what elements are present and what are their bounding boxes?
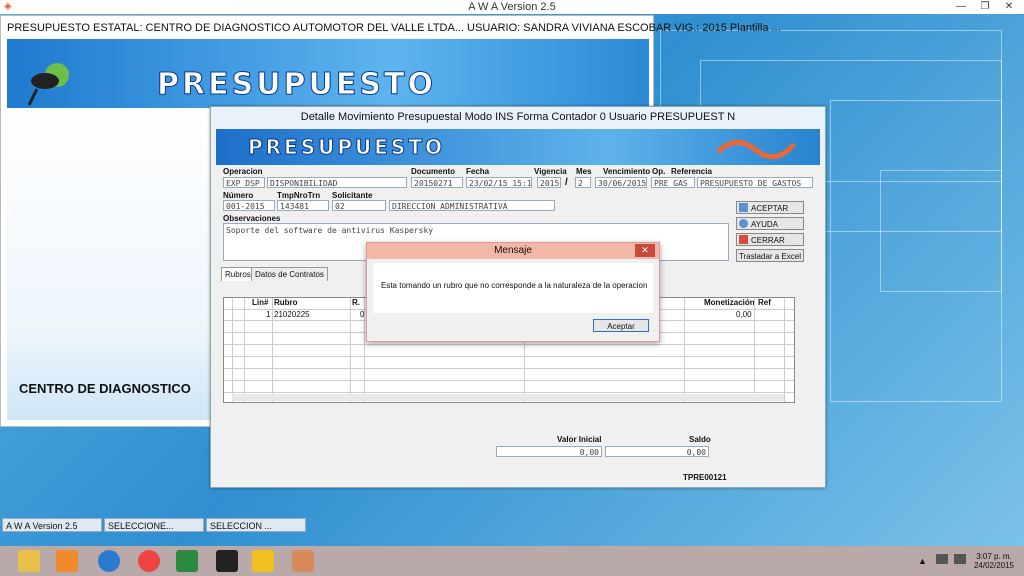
saldo-label: Saldo [689,435,711,444]
fecha-label: Fecha [466,167,490,176]
solicitante-label: Solicitante [332,191,373,200]
banner-swoosh-icon [716,140,796,160]
form-code: TPRE00121 [683,473,727,482]
message-dialog-title: Mensaje [367,243,659,259]
valor-inicial-label: Valor Inicial [557,435,602,444]
vigencia-label: Vigencia [534,167,567,176]
restore-button[interactable]: ❐ [974,0,996,13]
referencia-field[interactable]: PRESUPUESTO DE GASTOS [697,177,813,188]
app-logo-icon [27,63,69,106]
operacion-code-field[interactable]: EXP_DSP [223,177,265,188]
file-explorer-icon[interactable] [18,550,40,572]
ayuda-button[interactable]: AYUDA [736,217,804,230]
message-body: Esta tomando un rubro que no corresponde… [373,263,653,313]
vigencia-separator: / [565,177,568,188]
documento-label: Documento [411,167,455,176]
operacion-name-field[interactable]: DISPONIBILIDAD [267,177,407,188]
grid-cell-lin: 1 [266,310,271,319]
app-titlebar: ◈ A W A Version 2.5 — ❐ ✕ [0,0,1024,14]
excel-button-label: Trasladar a Excel [739,252,801,261]
minimize-button[interactable]: — [950,0,972,13]
message-text: Esta tomando un rubro que no corresponde… [381,281,648,290]
cerrar-button-label: CERRAR [751,236,785,245]
ayuda-button-label: AYUDA [751,220,778,229]
referencia-label: Referencia [671,167,712,176]
documento-field[interactable]: 20150271 [411,177,463,188]
excel-icon[interactable] [176,550,198,572]
chrome-icon[interactable] [138,550,160,572]
clock-date: 24/02/2015 [973,561,1015,570]
app-icon[interactable] [292,550,314,572]
mes-field[interactable]: 2 [575,177,591,188]
vencimiento-field[interactable]: 30/06/2015 [595,177,647,188]
vigencia-field[interactable]: 2015 [537,177,561,188]
cerrar-button[interactable]: CERRAR [736,233,804,246]
grid-horizontal-scrollbar[interactable] [232,394,784,401]
awa-icon[interactable] [252,550,274,572]
op-label: Op. [652,167,666,176]
tmpnrotrn-field[interactable]: 143481 [277,200,329,211]
tray-flag-icon[interactable] [936,554,948,564]
detail-dialog-title: Detalle Movimiento Presupuestal Modo INS… [211,107,825,127]
excel-button[interactable]: Trasladar a Excel [736,249,804,262]
left-panel [7,108,211,420]
help-icon [739,219,748,228]
outlook-icon[interactable] [56,550,78,572]
solicitante-name-field[interactable]: DIRECCION ADMINISTRATIVA [389,200,555,211]
tab-datos-contratos[interactable]: Datos de Contratos [251,267,328,281]
message-close-button[interactable]: ✕ [635,244,655,257]
numero-field[interactable]: 001-2015 [223,200,275,211]
operacion-label: Operacion [223,167,263,176]
tmpnrotrn-label: TmpNroTrn [277,191,321,200]
internet-explorer-icon[interactable] [98,550,120,572]
main-window-caption: PRESUPUESTO ESTATAL: CENTRO DE DIAGNOSTI… [7,22,781,34]
grid-header-monetizacion: Monetización [704,298,755,307]
op-field[interactable]: PRE_GAS [651,177,695,188]
desktop-decoration [880,170,1002,292]
check-icon [739,203,748,212]
app-title: A W A Version 2.5 [468,1,556,13]
mes-label: Mes [576,167,592,176]
grid-cell-rubro: 21020225 [274,310,310,319]
grid-header-rubro: Rubro [274,298,298,307]
grid-header-r: R. [352,298,360,307]
saldo-field[interactable]: 0,00 [605,446,709,457]
tray-volume-icon[interactable] [954,554,966,564]
solicitante-code-field[interactable]: 02 [332,200,386,211]
aceptar-button-label: ACEPTAR [751,204,789,213]
tab-rubros[interactable]: Rubros [221,267,255,281]
message-aceptar-button[interactable]: Aceptar [593,319,649,332]
system-clock[interactable]: 3:07 p. m. 24/02/2015 [972,552,1016,570]
detail-banner: PRESUPUESTO [216,129,820,165]
window-button-seleccione[interactable]: SELECCIONE... [104,518,204,532]
window-button-awa[interactable]: A W A Version 2.5 [2,518,102,532]
banner-title: PRESUPUESTO [157,67,436,103]
fecha-field[interactable]: 23/02/15 15:14 [466,177,532,188]
company-name: CENTRO DE DIAGNOSTICO [19,381,191,396]
terminal-icon[interactable] [216,550,238,572]
grid-cell-monetizacion: 0,00 [736,310,752,319]
tray-up-arrow-icon[interactable]: ▲ [918,556,927,566]
message-dialog: Mensaje ✕ Esta tomando un rubro que no c… [366,242,660,342]
close-icon [739,235,748,244]
valor-inicial-field[interactable]: 0,00 [496,446,602,457]
vencimiento-label: Vencimiento [603,167,651,176]
observaciones-label: Observaciones [223,214,281,223]
detail-banner-title: PRESUPUESTO [248,135,445,160]
close-button[interactable]: ✕ [998,0,1020,13]
clock-time: 3:07 p. m. [976,552,1012,561]
grid-header-lin: Lin# [252,298,269,307]
window-button-seleccion[interactable]: SELECCION ... [206,518,306,532]
aceptar-button[interactable]: ACEPTAR [736,201,804,214]
numero-label: Número [223,191,254,200]
grid-header-ref: Ref [758,298,771,307]
